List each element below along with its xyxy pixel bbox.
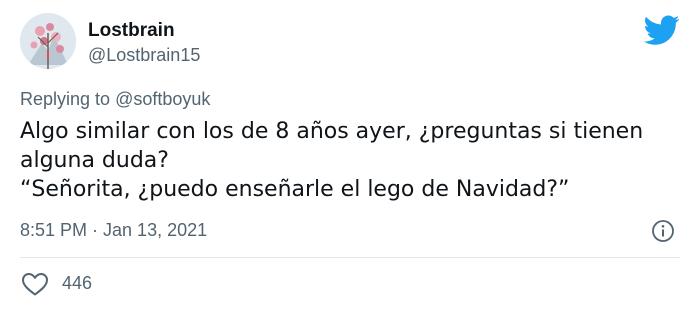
replying-to: Replying to @softboyuk: [20, 89, 210, 110]
tweet-text-line: “Señorita, ¿puedo enseñarle el lego de N…: [20, 177, 570, 202]
timestamp[interactable]: 8:51 PM · Jan 13, 2021: [20, 220, 207, 241]
user-handle[interactable]: @Lostbrain15: [88, 45, 200, 66]
display-name[interactable]: Lostbrain: [88, 20, 175, 42]
divider: [20, 257, 680, 258]
info-icon[interactable]: [651, 219, 675, 243]
like-count: 446: [62, 273, 93, 293]
tweet-text-line: Algo similar con los de 8 años ayer, ¿pr…: [20, 119, 644, 144]
tweet-text-line: alguna duda?: [20, 148, 169, 173]
avatar[interactable]: [20, 13, 76, 69]
tweet-text: Algo similar con los de 8 años ayer, ¿pr…: [20, 117, 680, 204]
replying-prefix: Replying to: [20, 89, 116, 109]
reply-mention-link[interactable]: @softboyuk: [115, 89, 210, 109]
twitter-bird-icon[interactable]: [644, 12, 680, 48]
heart-icon[interactable]: [20, 271, 50, 297]
